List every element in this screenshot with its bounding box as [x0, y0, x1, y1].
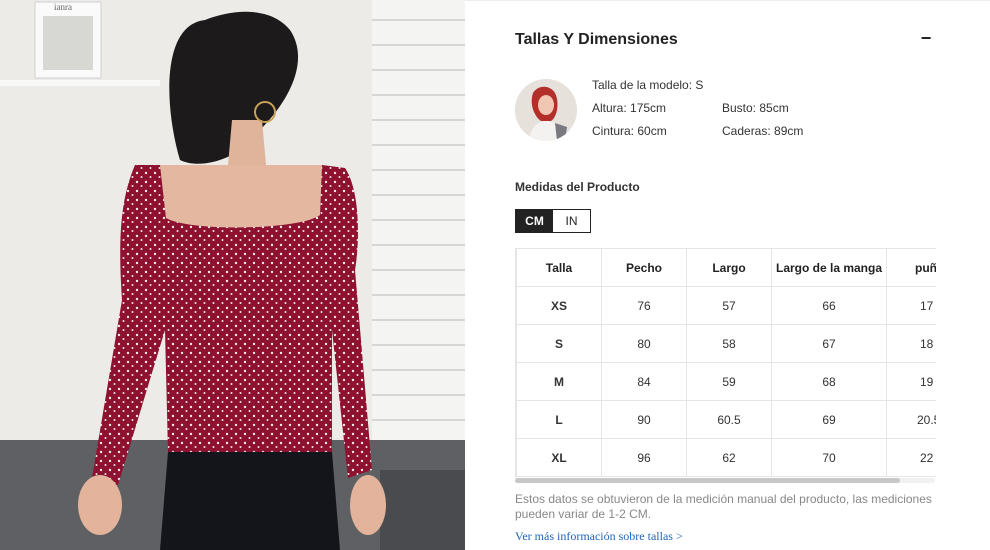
header-pecho: Pecho — [601, 248, 687, 287]
cell-pecho: 80 — [601, 324, 687, 363]
cell-size: XL — [516, 438, 602, 477]
table-row: XS 76 57 66 17 — [516, 286, 936, 325]
unit-toggle: CM IN — [515, 209, 591, 233]
cell-largo: 60.5 — [686, 400, 772, 439]
cell-puno: 18 — [886, 324, 936, 363]
unit-in-button[interactable]: IN — [553, 210, 590, 232]
scrollbar-thumb[interactable] — [515, 478, 900, 483]
model-hips: Caderas: 89cm — [722, 124, 804, 138]
model-waist: Cintura: 60cm — [592, 124, 667, 138]
cell-manga: 69 — [771, 400, 887, 439]
cell-puno: 20.5 — [886, 400, 936, 439]
cell-size: L — [516, 400, 602, 439]
table-row: XL 96 62 70 22 — [516, 438, 936, 477]
measurement-note: Estos datos se obtuvieron de la medición… — [515, 492, 932, 521]
cell-pecho: 96 — [601, 438, 687, 477]
cell-largo: 58 — [686, 324, 772, 363]
table-horizontal-scrollbar[interactable] — [515, 478, 935, 483]
product-photo-illustration: ianra — [0, 0, 465, 550]
cell-manga: 70 — [771, 438, 887, 477]
table-row: L 90 60.5 69 20.5 — [516, 400, 936, 439]
model-avatar-image — [515, 79, 577, 141]
wall-frame-text: ianra — [54, 2, 72, 12]
table-row: S 80 58 67 18 — [516, 324, 936, 363]
cell-size: S — [516, 324, 602, 363]
size-table-container[interactable]: Talla Pecho Largo Largo de la manga puñ … — [515, 248, 936, 478]
cell-size: XS — [516, 286, 602, 325]
cell-manga: 67 — [771, 324, 887, 363]
header-puno: puñ — [886, 248, 936, 287]
cell-puno: 22 — [886, 438, 936, 477]
table-header-row: Talla Pecho Largo Largo de la manga puñ — [516, 248, 936, 287]
cell-largo: 59 — [686, 362, 772, 401]
more-size-info-link[interactable]: Ver más información sobre tallas > — [515, 529, 683, 544]
divider — [465, 0, 990, 1]
table-row: M 84 59 68 19 — [516, 362, 936, 401]
model-bust: Busto: 85cm — [722, 101, 789, 115]
model-avatar — [515, 79, 577, 141]
measurements-title: Medidas del Producto — [515, 180, 640, 194]
cell-largo: 57 — [686, 286, 772, 325]
cell-manga: 66 — [771, 286, 887, 325]
cell-largo: 62 — [686, 438, 772, 477]
size-panel: Tallas Y Dimensiones − Talla de la model… — [465, 0, 990, 550]
collapse-icon[interactable]: − — [919, 28, 933, 48]
cell-pecho: 76 — [601, 286, 687, 325]
cell-pecho: 84 — [601, 362, 687, 401]
panel-title: Tallas Y Dimensiones — [515, 31, 678, 48]
size-table: Talla Pecho Largo Largo de la manga puñ … — [516, 248, 936, 477]
cell-size: M — [516, 362, 602, 401]
header-largo-manga: Largo de la manga — [771, 248, 887, 287]
cell-puno: 17 — [886, 286, 936, 325]
model-height: Altura: 175cm — [592, 101, 667, 115]
cell-manga: 68 — [771, 362, 887, 401]
product-photo: ianra — [0, 0, 465, 550]
cell-puno: 19 — [886, 362, 936, 401]
unit-cm-button[interactable]: CM — [516, 210, 553, 232]
header-largo: Largo — [686, 248, 772, 287]
cell-pecho: 90 — [601, 400, 687, 439]
header-talla: Talla — [516, 248, 602, 287]
model-size: Talla de la modelo: S — [592, 78, 704, 92]
